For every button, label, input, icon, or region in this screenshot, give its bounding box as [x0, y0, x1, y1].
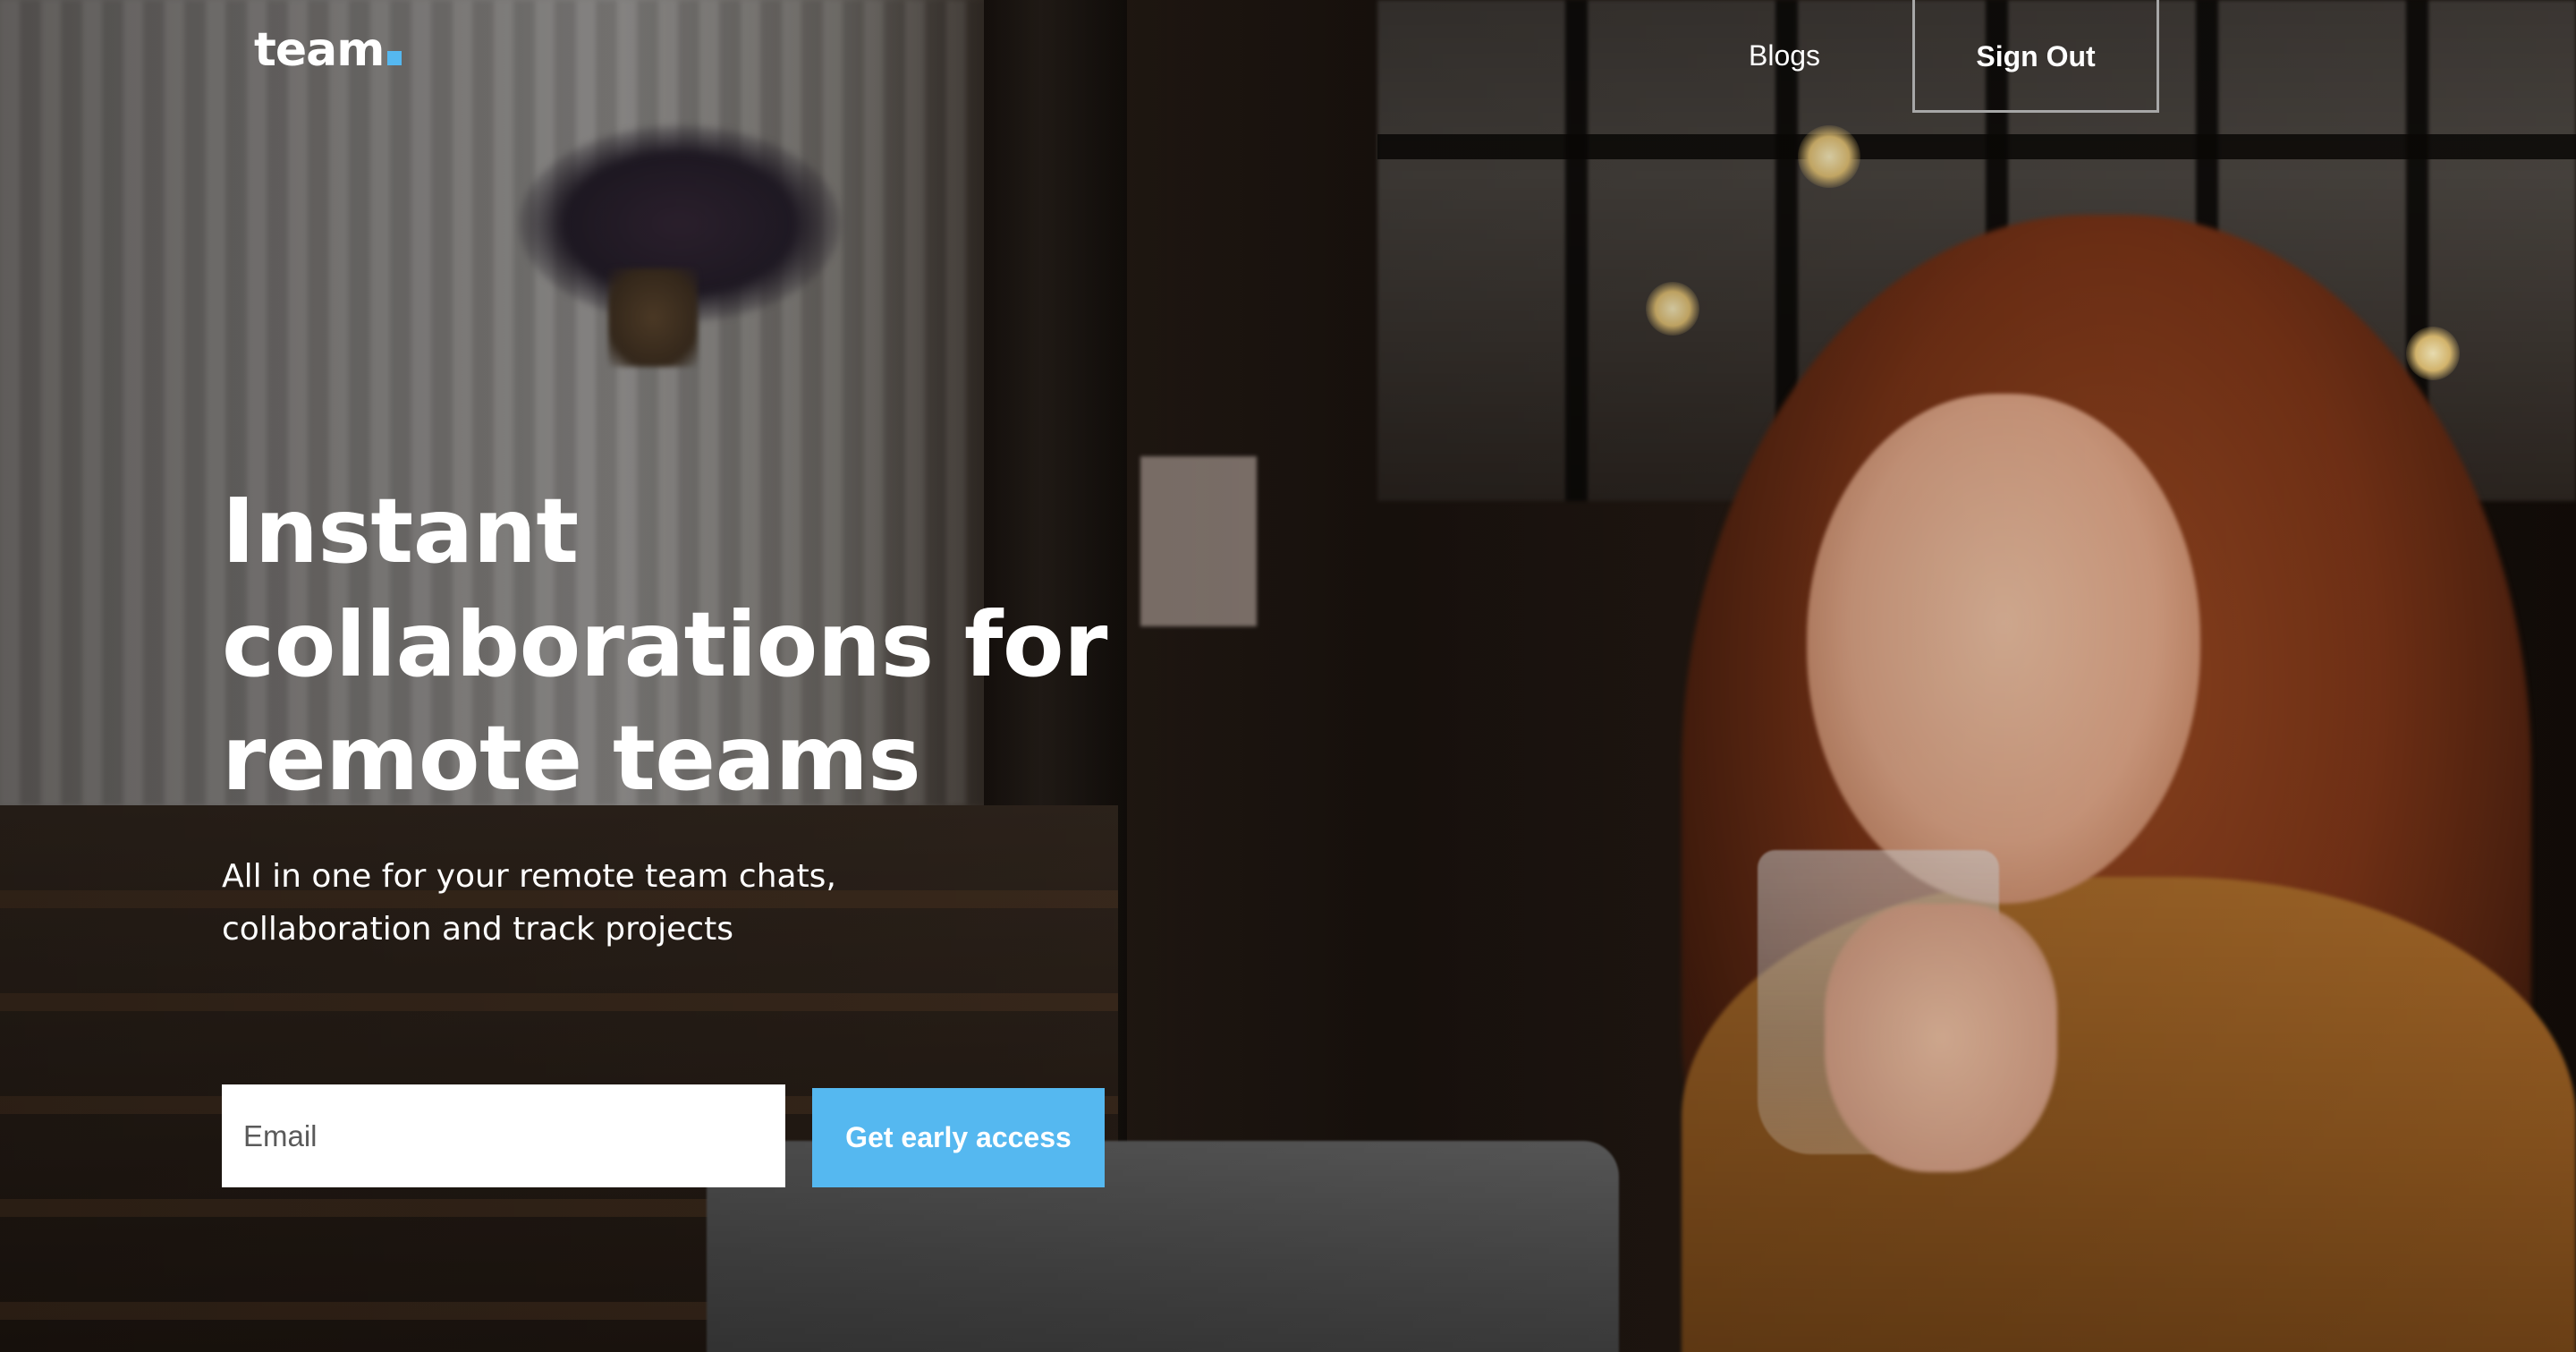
hero-subheading: All in one for your remote team chats, c… [222, 850, 902, 956]
hero-section: team Blogs Sign Out Instant collaboratio… [0, 0, 2576, 1352]
brand-logo-text: team [254, 23, 385, 77]
logo-square-icon [387, 51, 402, 65]
hero-headline-line: remote teams [222, 706, 921, 811]
brand-logo[interactable]: team [254, 23, 402, 77]
hero-headline: Instant collaborations for remote teams [222, 474, 1116, 815]
email-input[interactable] [222, 1084, 785, 1187]
hero-headline-line: collaborations for [222, 592, 1107, 697]
get-early-access-button[interactable]: Get early access [812, 1088, 1105, 1187]
sign-out-button[interactable]: Sign Out [1912, 0, 2159, 113]
get-early-access-button-label: Get early access [845, 1121, 1072, 1153]
hero-headline-line: Instant [222, 479, 579, 583]
hero-subheading-line: All in one for your remote team chats, [222, 858, 836, 895]
nav-link-blogs[interactable]: Blogs [1749, 39, 1820, 72]
sign-out-button-label: Sign Out [1976, 40, 2096, 72]
hero-subheading-line: collaboration and track projects [222, 911, 733, 948]
